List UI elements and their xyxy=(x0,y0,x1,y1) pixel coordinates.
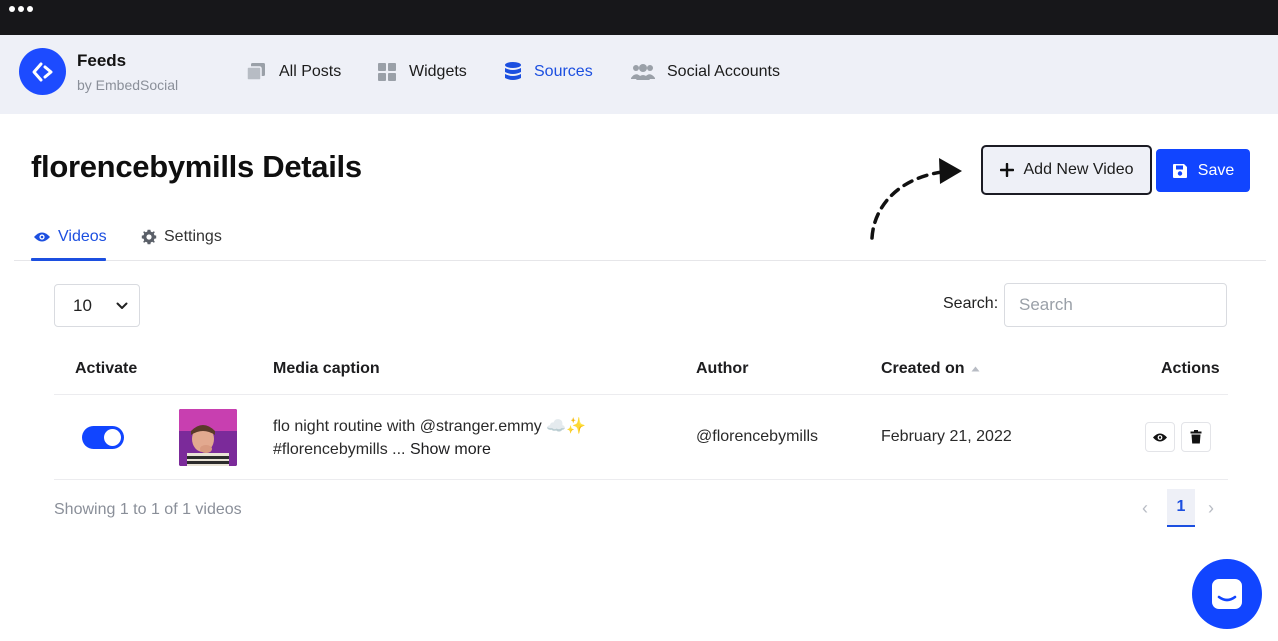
floppy-disk-icon xyxy=(1172,163,1187,178)
active-tab-indicator xyxy=(31,258,106,261)
table-info: Showing 1 to 1 of 1 videos xyxy=(54,501,242,518)
created-on-date: February 21, 2022 xyxy=(881,428,1012,445)
column-header-created-on[interactable]: Created on xyxy=(881,360,980,378)
window-menu-icon[interactable] xyxy=(9,6,33,12)
chat-icon xyxy=(1212,579,1242,609)
show-more-link[interactable]: Show more xyxy=(410,441,491,458)
nav-item-label: All Posts xyxy=(279,63,342,80)
pagination-next-icon[interactable]: › xyxy=(1208,498,1214,519)
brand-name: Feeds xyxy=(77,51,127,70)
save-label: Save xyxy=(1197,161,1235,179)
nav-item-label: Social Accounts xyxy=(667,63,780,80)
widgets-grid-icon xyxy=(378,63,396,81)
author-handle: @florencebymills xyxy=(696,428,819,445)
page-title: florencebymills Details xyxy=(31,149,362,184)
nav-item-label: Sources xyxy=(534,63,593,80)
video-thumbnail-image xyxy=(179,409,237,466)
detail-tabs: Videos Settings xyxy=(14,216,1266,261)
nav-item-social-accounts[interactable]: Social Accounts xyxy=(631,60,780,84)
delete-button[interactable] xyxy=(1181,422,1211,452)
tab-videos[interactable]: Videos xyxy=(33,228,107,246)
brand-subtitle: by EmbedSocial xyxy=(77,77,179,93)
embedsocial-logo-icon[interactable] xyxy=(19,48,66,95)
eye-icon xyxy=(34,232,50,242)
database-icon xyxy=(505,62,521,80)
column-header-created-on-label: Created on xyxy=(881,360,965,377)
add-new-video-label: Add New Video xyxy=(1023,161,1134,178)
users-icon xyxy=(631,64,655,80)
tab-videos-label: Videos xyxy=(58,228,107,245)
search-label: Search: xyxy=(943,295,999,312)
pagination-page-1[interactable]: 1 xyxy=(1167,489,1195,527)
top-navigation: Feeds by EmbedSocial All Posts Widgets S… xyxy=(0,35,1278,114)
nav-item-all-posts[interactable]: All Posts xyxy=(245,60,341,84)
column-header-actions: Actions xyxy=(1161,360,1220,377)
activate-toggle[interactable] xyxy=(82,426,124,449)
media-caption: flo night routine with @stranger.emmy ☁️… xyxy=(273,415,633,461)
eye-icon xyxy=(1153,433,1167,441)
column-header-activate: Activate xyxy=(75,360,138,377)
view-button[interactable] xyxy=(1145,422,1175,452)
toggle-knob xyxy=(104,429,121,446)
posts-stack-icon xyxy=(246,63,265,81)
chat-support-button[interactable] xyxy=(1192,559,1262,629)
nav-item-sources[interactable]: Sources xyxy=(504,60,593,84)
tab-settings[interactable]: Settings xyxy=(141,228,222,246)
search-input[interactable] xyxy=(1004,283,1227,327)
add-new-video-button[interactable]: Add New Video xyxy=(981,145,1152,195)
table-header: Activate Media caption Author Created on… xyxy=(54,356,1228,395)
page-length-select[interactable]: 10 xyxy=(54,284,140,327)
nav-item-label: Widgets xyxy=(409,63,467,80)
window-bar xyxy=(0,0,1278,35)
save-button[interactable]: Save xyxy=(1156,149,1250,192)
nav-item-widgets[interactable]: Widgets xyxy=(377,60,467,84)
video-thumbnail[interactable] xyxy=(179,409,237,466)
gear-icon xyxy=(141,229,157,245)
pagination-previous-icon[interactable]: ‹ xyxy=(1142,498,1148,519)
page-length-value: 10 xyxy=(73,295,92,315)
chevron-down-icon xyxy=(116,302,128,309)
table-row: flo night routine with @stranger.emmy ☁️… xyxy=(54,395,1228,480)
column-header-author: Author xyxy=(696,360,749,377)
sort-ascending-icon xyxy=(971,366,980,372)
tab-settings-label: Settings xyxy=(164,228,222,245)
column-header-media-caption: Media caption xyxy=(273,360,380,377)
trash-icon xyxy=(1190,430,1202,444)
plus-icon xyxy=(999,163,1014,177)
